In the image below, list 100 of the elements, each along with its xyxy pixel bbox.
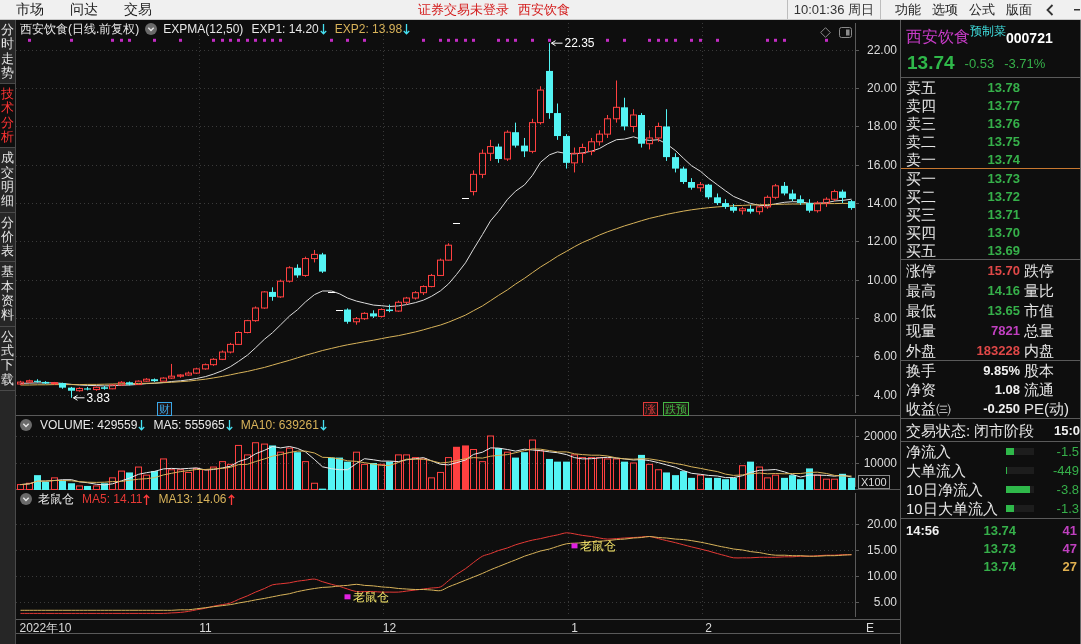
signal-marker xyxy=(422,38,425,42)
menu-item[interactable]: 市场 xyxy=(16,0,44,19)
bid-label: 买五 xyxy=(906,241,937,259)
bid-label: 买四 xyxy=(906,223,937,241)
signal-marker xyxy=(674,38,677,42)
volume-bar xyxy=(17,484,24,490)
menu-item[interactable]: 功能 xyxy=(895,0,921,19)
bid-label: 买一 xyxy=(906,169,937,187)
stat-value: 14.16 xyxy=(987,282,1020,298)
bid-price: 13.71 xyxy=(987,206,1020,222)
signal-marker xyxy=(439,38,442,42)
stock-name-label: 西安饮食 xyxy=(518,0,570,19)
stat-label: 跌停 xyxy=(1023,261,1055,279)
ask-price: 13.78 xyxy=(987,79,1020,95)
date-label: 1 xyxy=(571,620,578,634)
signal-marker xyxy=(111,38,114,42)
stat-value: 1.08 xyxy=(994,382,1020,397)
date-label: 12 xyxy=(382,620,397,634)
price-extreme-label: 22.35 xyxy=(564,36,595,51)
stat-label: 量比 xyxy=(1023,281,1055,299)
ask-price: 13.74 xyxy=(987,151,1020,167)
stat-label: 最高 xyxy=(906,281,937,299)
menu-item[interactable]: 版面 xyxy=(1006,0,1032,19)
status-time: 15:0 xyxy=(1053,422,1080,438)
bid-price: 13.72 xyxy=(987,188,1020,204)
signal-marker xyxy=(606,38,609,42)
flow-label: 10日大单流入 xyxy=(906,500,999,517)
axis-label: 10.00 xyxy=(866,569,897,583)
date-label: 2 xyxy=(705,620,712,634)
axis-label: 22.00 xyxy=(866,42,897,57)
stat-value: 7821 xyxy=(991,322,1020,338)
candlestick xyxy=(461,198,470,199)
unit-label: X100 xyxy=(858,475,890,489)
side-tab[interactable]: 基本资料 xyxy=(0,262,15,327)
signal-marker xyxy=(455,38,458,42)
signal-marker xyxy=(229,38,232,42)
signal-marker xyxy=(716,38,719,42)
signal-marker xyxy=(665,38,668,42)
menu-item[interactable]: 选项 xyxy=(932,0,958,19)
stat-label: 股本 xyxy=(1023,362,1055,379)
signal-marker xyxy=(464,38,467,42)
ask-label: 卖三 xyxy=(906,114,937,132)
axis-label: 15.00 xyxy=(866,543,897,557)
signal-marker xyxy=(472,38,475,42)
ask-price: 13.77 xyxy=(987,97,1020,113)
axis-label: 6.00 xyxy=(873,349,897,364)
signal-marker xyxy=(548,38,551,42)
side-tab[interactable]: 分时走势 xyxy=(0,20,15,85)
chart-title: 西安饮食(日线.前复权) xyxy=(20,22,140,36)
panel-toggle-icon[interactable] xyxy=(839,27,852,38)
event-tag: 涨 xyxy=(643,402,658,416)
dropdown-icon[interactable] xyxy=(20,419,32,431)
axis-label: 18.00 xyxy=(866,119,897,134)
dropdown-icon[interactable] xyxy=(20,493,32,505)
change-percent: -3.71% xyxy=(1004,55,1046,71)
volume-bar xyxy=(848,477,855,490)
indicator-value: MA10: 639261 xyxy=(240,418,319,432)
signal-marker xyxy=(271,38,274,42)
signal-marker xyxy=(120,38,123,42)
flow-value: -449 xyxy=(1052,463,1080,478)
signal-marker xyxy=(699,38,702,42)
candlestick xyxy=(470,169,477,196)
candlestick xyxy=(848,199,855,211)
menu-item[interactable]: 交易 xyxy=(124,0,152,19)
flow-value: -3.8 xyxy=(1056,482,1080,497)
price-extreme-label: 3.83 xyxy=(86,390,110,405)
stat-value: 15.70 xyxy=(987,262,1020,278)
flow-value: -1.5 xyxy=(1056,444,1080,459)
side-tab[interactable]: 技术分析 xyxy=(0,84,15,149)
event-tag: 跌预 xyxy=(663,402,689,416)
signal-marker xyxy=(571,543,578,549)
menu-item[interactable]: 问达 xyxy=(70,0,98,19)
stat-label: 净资 xyxy=(906,381,937,398)
signal-marker xyxy=(128,38,131,42)
signal-marker xyxy=(28,38,31,42)
minus-icon[interactable] xyxy=(1074,8,1080,11)
dropdown-icon[interactable] xyxy=(145,23,158,35)
axis-label: 14.00 xyxy=(866,196,897,211)
axis-label: 16.00 xyxy=(866,157,897,172)
signal-marker xyxy=(279,38,282,42)
tick-price: 13.73 xyxy=(983,540,1016,556)
axis-label: 10.00 xyxy=(866,272,897,287)
ask-label: 卖五 xyxy=(906,78,937,96)
bid-price: 13.73 xyxy=(987,170,1020,186)
ask-label: 卖二 xyxy=(906,132,937,150)
menu-item[interactable]: 公式 xyxy=(969,0,995,19)
chevron-left-icon[interactable] xyxy=(1046,3,1054,16)
axis-label: 12.00 xyxy=(866,234,897,249)
stat-value: -0.250 xyxy=(983,401,1020,416)
tick-volume: 41 xyxy=(1062,522,1077,538)
tick-volume: 47 xyxy=(1062,540,1077,556)
price-change: -0.53 xyxy=(964,55,995,71)
candlestick xyxy=(327,292,336,293)
signal-marker xyxy=(783,38,786,42)
indicator-name: 老鼠仓 xyxy=(38,492,74,506)
signal-marker xyxy=(153,38,156,42)
stat-label: PE(动) xyxy=(1023,400,1070,417)
signal-marker xyxy=(648,38,651,42)
side-tab[interactable]: 成交明细 xyxy=(0,148,15,213)
diamond-icon[interactable] xyxy=(820,27,831,38)
